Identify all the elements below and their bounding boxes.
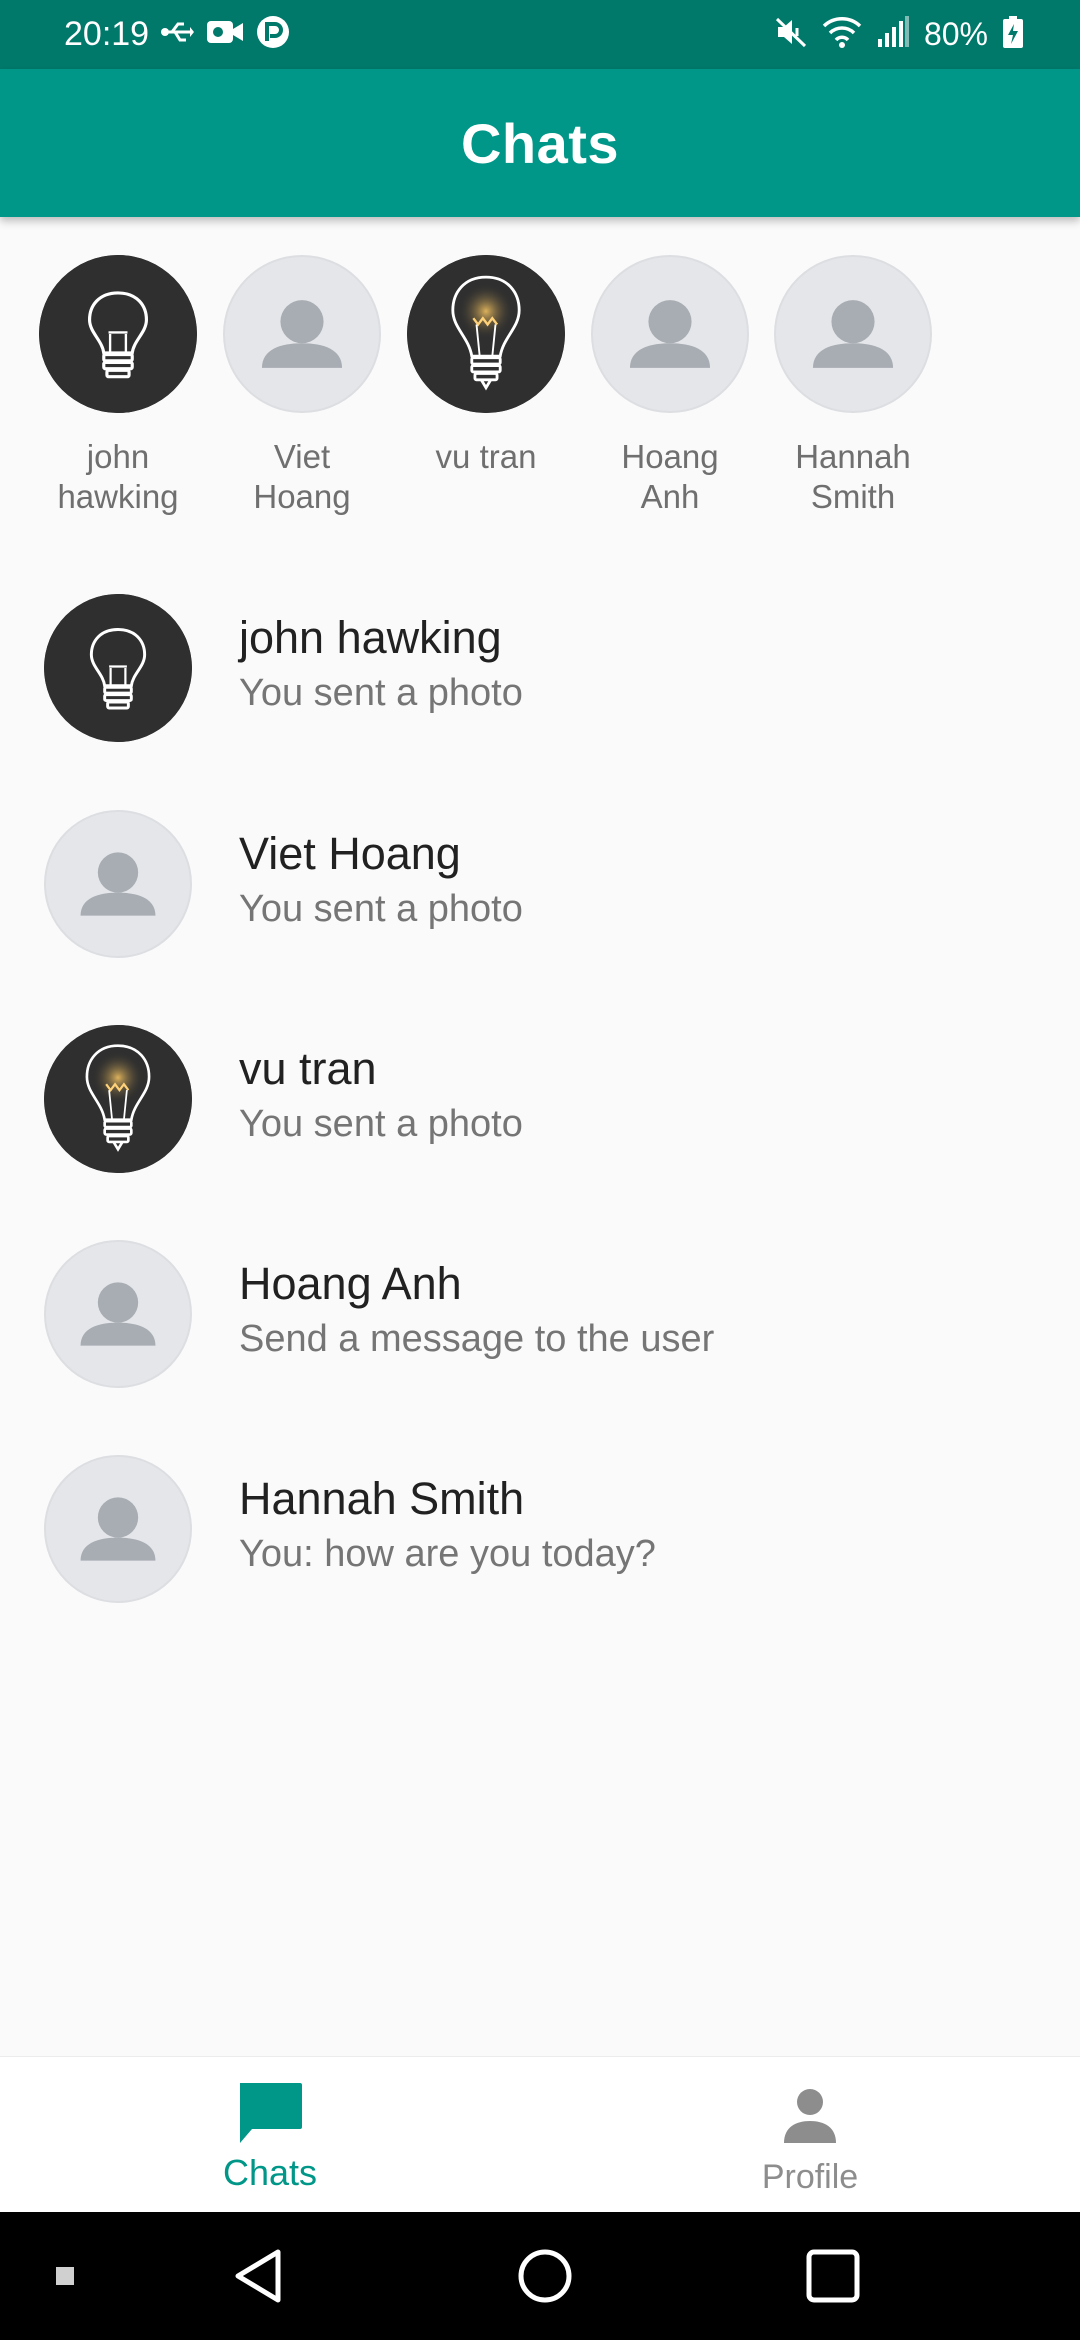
recents-button[interactable]	[793, 2212, 873, 2340]
person-icon	[261, 300, 343, 368]
contact-story-name: Hoang Anh	[621, 438, 719, 515]
avatar	[39, 255, 197, 413]
contact-story-name: Hannah Smith	[795, 438, 911, 515]
glowing-lightbulb-icon	[44, 1025, 192, 1173]
battery-percentage: 80%	[923, 16, 988, 52]
back-button[interactable]	[218, 2212, 298, 2340]
avatar	[44, 1025, 192, 1173]
back-triangle-icon	[235, 2249, 281, 2303]
nav-tab-label: Chats	[222, 2152, 318, 2193]
chat-name: Viet Hoang	[239, 828, 461, 879]
page-title: Chats	[460, 111, 620, 175]
avatar	[44, 594, 192, 742]
wifi-icon	[822, 15, 862, 54]
contact-story[interactable]: vu tran	[394, 255, 578, 477]
contact-story[interactable]: john hawking	[26, 255, 210, 517]
chat-list-item[interactable]: Viet Hoang You sent a photo	[0, 796, 1080, 996]
nav-tab-label: Profile	[761, 2158, 859, 2196]
chat-list-item[interactable]: Hannah Smith You: how are you today?	[0, 1441, 1080, 1641]
chat-list-item[interactable]: john hawking You sent a photo	[0, 580, 1080, 780]
app-notification-icon	[256, 15, 290, 54]
contact-story[interactable]: Hannah Smith	[761, 255, 945, 517]
contact-story-name: Viet Hoang	[253, 438, 351, 515]
usb-icon	[160, 17, 194, 52]
chat-last-message: Send a message to the user	[239, 1318, 715, 1360]
chat-name: Hannah Smith	[239, 1473, 525, 1524]
avatar	[407, 255, 565, 413]
avatar	[44, 1240, 192, 1388]
avatar	[44, 810, 192, 958]
app-bar: Chats	[0, 69, 1080, 217]
battery-charging-icon	[1002, 15, 1024, 54]
bottom-navigation: Chats Profile	[0, 2056, 1080, 2213]
chat-list-item[interactable]: vu tran You sent a photo	[0, 1011, 1080, 1211]
chat-list-item[interactable]: Hoang Anh Send a message to the user	[0, 1226, 1080, 1426]
avatar	[44, 1455, 192, 1603]
avatar	[223, 255, 381, 413]
status-bar: 20:19 80%	[0, 0, 1080, 69]
chat-last-message: You sent a photo	[239, 672, 523, 714]
chat-last-message: You sent a photo	[239, 1103, 523, 1145]
mute-icon	[774, 15, 808, 54]
signal-icon	[876, 15, 910, 54]
home-button[interactable]	[505, 2212, 585, 2340]
status-time: 20:19	[64, 15, 150, 53]
contact-story-name: vu tran	[435, 438, 537, 475]
recents-square-icon	[806, 2249, 860, 2303]
chat-name: john hawking	[239, 612, 502, 663]
recent-small-square-icon[interactable]	[40, 2212, 90, 2340]
person-icon	[780, 2087, 840, 2148]
person-icon	[80, 1282, 156, 1346]
chat-last-message: You: how are you today?	[239, 1533, 656, 1575]
person-icon	[629, 300, 711, 368]
person-icon	[80, 1497, 156, 1561]
contact-story[interactable]: Hoang Anh	[578, 255, 762, 517]
nav-tab-chats[interactable]: Chats	[0, 2057, 540, 2213]
chat-name: vu tran	[239, 1043, 377, 1094]
person-icon	[80, 852, 156, 916]
lightbulb-icon	[44, 594, 192, 742]
contacts-row: john hawking Viet Hoang vu tran Hoang An…	[0, 217, 1080, 537]
video-record-icon	[206, 17, 244, 52]
chat-name: Hoang Anh	[239, 1258, 462, 1309]
nav-tab-profile[interactable]: Profile	[540, 2057, 1080, 2213]
home-circle-icon	[518, 2249, 572, 2303]
lightbulb-icon	[39, 255, 197, 413]
person-icon	[812, 300, 894, 368]
system-navigation-bar	[0, 2212, 1080, 2340]
avatar	[774, 255, 932, 413]
chat-last-message: You sent a photo	[239, 888, 523, 930]
contact-story[interactable]: Viet Hoang	[210, 255, 394, 517]
chat-bubble-icon	[236, 2081, 304, 2152]
avatar	[591, 255, 749, 413]
glowing-lightbulb-icon	[407, 255, 565, 413]
contact-story-name: john hawking	[57, 438, 179, 515]
